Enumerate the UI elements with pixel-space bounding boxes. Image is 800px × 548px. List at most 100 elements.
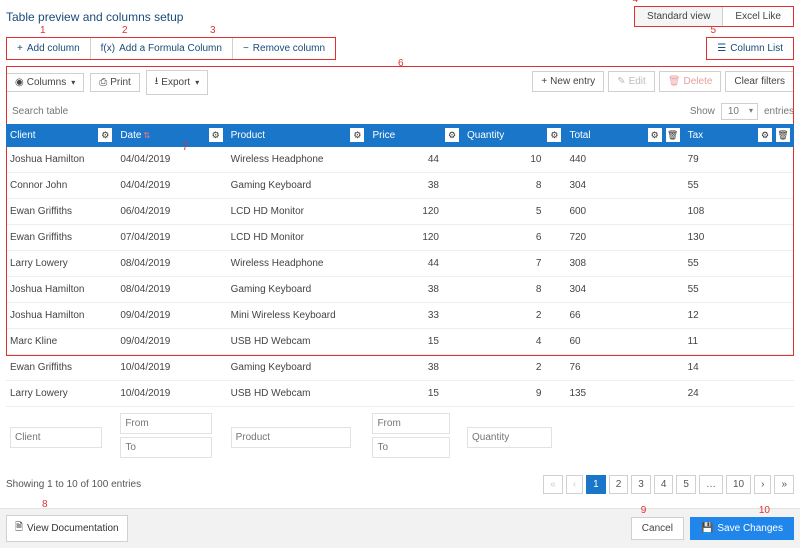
table-row[interactable]: Ewan Griffiths 07/04/2019 LCD HD Monitor…	[6, 225, 794, 251]
cell-total: 308	[565, 251, 683, 277]
cell-date: 09/04/2019	[116, 329, 226, 355]
edit-button[interactable]: ✎Edit	[608, 71, 655, 92]
add-formula-column-button[interactable]: f(x)Add a Formula Column	[91, 38, 233, 59]
filter-product[interactable]	[231, 427, 351, 448]
col-tax[interactable]: Tax	[688, 130, 704, 141]
cell-tax: 12	[684, 303, 794, 329]
table-row[interactable]: Joshua Hamilton 04/04/2019 Wireless Head…	[6, 147, 794, 173]
new-entry-button[interactable]: +New entry	[532, 71, 604, 92]
gear-icon[interactable]: ⚙	[758, 128, 772, 142]
gear-icon[interactable]: ⚙	[648, 128, 662, 142]
cell-product: USB HD Webcam	[227, 381, 369, 407]
cell-quantity: 2	[463, 355, 565, 381]
chevron-down-icon	[193, 77, 199, 88]
table-row[interactable]: Larry Lowery 10/04/2019 USB HD Webcam 15…	[6, 381, 794, 407]
cell-client: Joshua Hamilton	[6, 147, 116, 173]
table-row[interactable]: Connor John 04/04/2019 Gaming Keyboard 3…	[6, 173, 794, 199]
cell-tax: 108	[684, 199, 794, 225]
trash-icon[interactable]: 🗑	[666, 128, 680, 142]
cell-quantity: 5	[463, 199, 565, 225]
pager-page[interactable]: 1	[586, 475, 606, 494]
table-row[interactable]: Ewan Griffiths 06/04/2019 LCD HD Monitor…	[6, 199, 794, 225]
gear-icon[interactable]: ⚙	[547, 128, 561, 142]
pager-next[interactable]: ›	[754, 475, 771, 494]
cell-client: Ewan Griffiths	[6, 225, 116, 251]
print-button[interactable]: ⎙Print	[90, 73, 140, 92]
clear-filters-button[interactable]: Clear filters	[725, 71, 794, 92]
show-label: Show	[690, 106, 715, 117]
filter-price-to[interactable]	[372, 437, 450, 458]
excel-like-tab[interactable]: Excel Like	[723, 7, 793, 26]
cell-date: 06/04/2019	[116, 199, 226, 225]
search-input[interactable]	[6, 102, 126, 121]
cell-client: Joshua Hamilton	[6, 303, 116, 329]
page-title: Table preview and columns setup	[6, 10, 183, 24]
columns-dropdown[interactable]: ◉Columns	[6, 73, 84, 92]
gear-icon[interactable]: ⚙	[350, 128, 364, 142]
cell-product: LCD HD Monitor	[227, 225, 369, 251]
table-row[interactable]: Joshua Hamilton 08/04/2019 Gaming Keyboa…	[6, 277, 794, 303]
pager-prev[interactable]: ‹	[566, 475, 583, 494]
col-quantity[interactable]: Quantity	[467, 130, 504, 141]
table-row[interactable]: Ewan Griffiths 10/04/2019 Gaming Keyboar…	[6, 355, 794, 381]
table-row[interactable]: Joshua Hamilton 09/04/2019 Mini Wireless…	[6, 303, 794, 329]
cell-tax: 55	[684, 173, 794, 199]
pager-page[interactable]: 3	[631, 475, 651, 494]
table-row[interactable]: Larry Lowery 08/04/2019 Wireless Headpho…	[6, 251, 794, 277]
pager-last[interactable]: »	[774, 475, 794, 494]
col-date[interactable]: Date	[120, 130, 141, 141]
col-price[interactable]: Price	[372, 130, 395, 141]
export-dropdown[interactable]: ⭳Export	[146, 70, 208, 95]
cell-date: 09/04/2019	[116, 303, 226, 329]
cell-product: Gaming Keyboard	[227, 277, 369, 303]
cell-total: 66	[565, 303, 683, 329]
column-list-button[interactable]: ☰Column List	[706, 37, 794, 60]
gear-icon[interactable]: ⚙	[98, 128, 112, 142]
pencil-icon: ✎	[617, 76, 625, 87]
delete-button[interactable]: 🗑Delete	[659, 71, 722, 92]
formula-icon: f(x)	[101, 43, 115, 54]
standard-view-tab[interactable]: Standard view	[635, 7, 723, 26]
view-documentation-button[interactable]: 🗎View Documentation	[6, 515, 128, 542]
cell-price: 38	[368, 277, 463, 303]
filter-price-from[interactable]	[372, 413, 450, 434]
filter-date-to[interactable]	[120, 437, 212, 458]
cell-client: Joshua Hamilton	[6, 277, 116, 303]
table-row[interactable]: Marc Kline 09/04/2019 USB HD Webcam 15 4…	[6, 329, 794, 355]
save-changes-button[interactable]: 💾Save Changes	[690, 517, 794, 540]
pager-page[interactable]: 10	[726, 475, 751, 494]
print-icon: ⎙	[99, 77, 107, 88]
pager-page[interactable]: 2	[609, 475, 629, 494]
cell-price: 120	[368, 199, 463, 225]
pager-page[interactable]: 4	[654, 475, 674, 494]
delete-label: Delete	[684, 76, 713, 87]
save-icon: 💾	[701, 523, 713, 534]
data-table: Client⚙ Date⇅7⚙ Product⚙ Price⚙ Quantity…	[6, 124, 794, 467]
column-list-label: Column List	[730, 43, 783, 54]
cell-product: Mini Wireless Keyboard	[227, 303, 369, 329]
cell-total: 720	[565, 225, 683, 251]
remove-column-button[interactable]: −Remove column	[233, 38, 335, 59]
chevron-down-icon	[69, 77, 75, 88]
cell-total: 600	[565, 199, 683, 225]
pager-page[interactable]: 5	[676, 475, 696, 494]
plus-icon: +	[541, 76, 547, 87]
trash-icon[interactable]: 🗑	[776, 128, 790, 142]
add-column-button[interactable]: +Add column	[7, 38, 91, 59]
gear-icon[interactable]: ⚙	[209, 128, 223, 142]
filter-quantity[interactable]	[467, 427, 552, 448]
pager-first[interactable]: «	[543, 475, 563, 494]
cell-date: 08/04/2019	[116, 251, 226, 277]
annotation-2: 2	[122, 25, 128, 36]
sort-icon: ⇅	[143, 131, 150, 140]
filter-client[interactable]	[10, 427, 102, 448]
new-entry-label: New entry	[550, 76, 595, 87]
filter-date-from[interactable]	[120, 413, 212, 434]
cancel-button[interactable]: Cancel	[631, 517, 684, 540]
cell-product: USB HD Webcam	[227, 329, 369, 355]
gear-icon[interactable]: ⚙	[445, 128, 459, 142]
col-product[interactable]: Product	[231, 130, 265, 141]
col-client[interactable]: Client	[10, 130, 36, 141]
entries-count-select[interactable]: 10	[721, 103, 758, 120]
col-total[interactable]: Total	[569, 130, 590, 141]
